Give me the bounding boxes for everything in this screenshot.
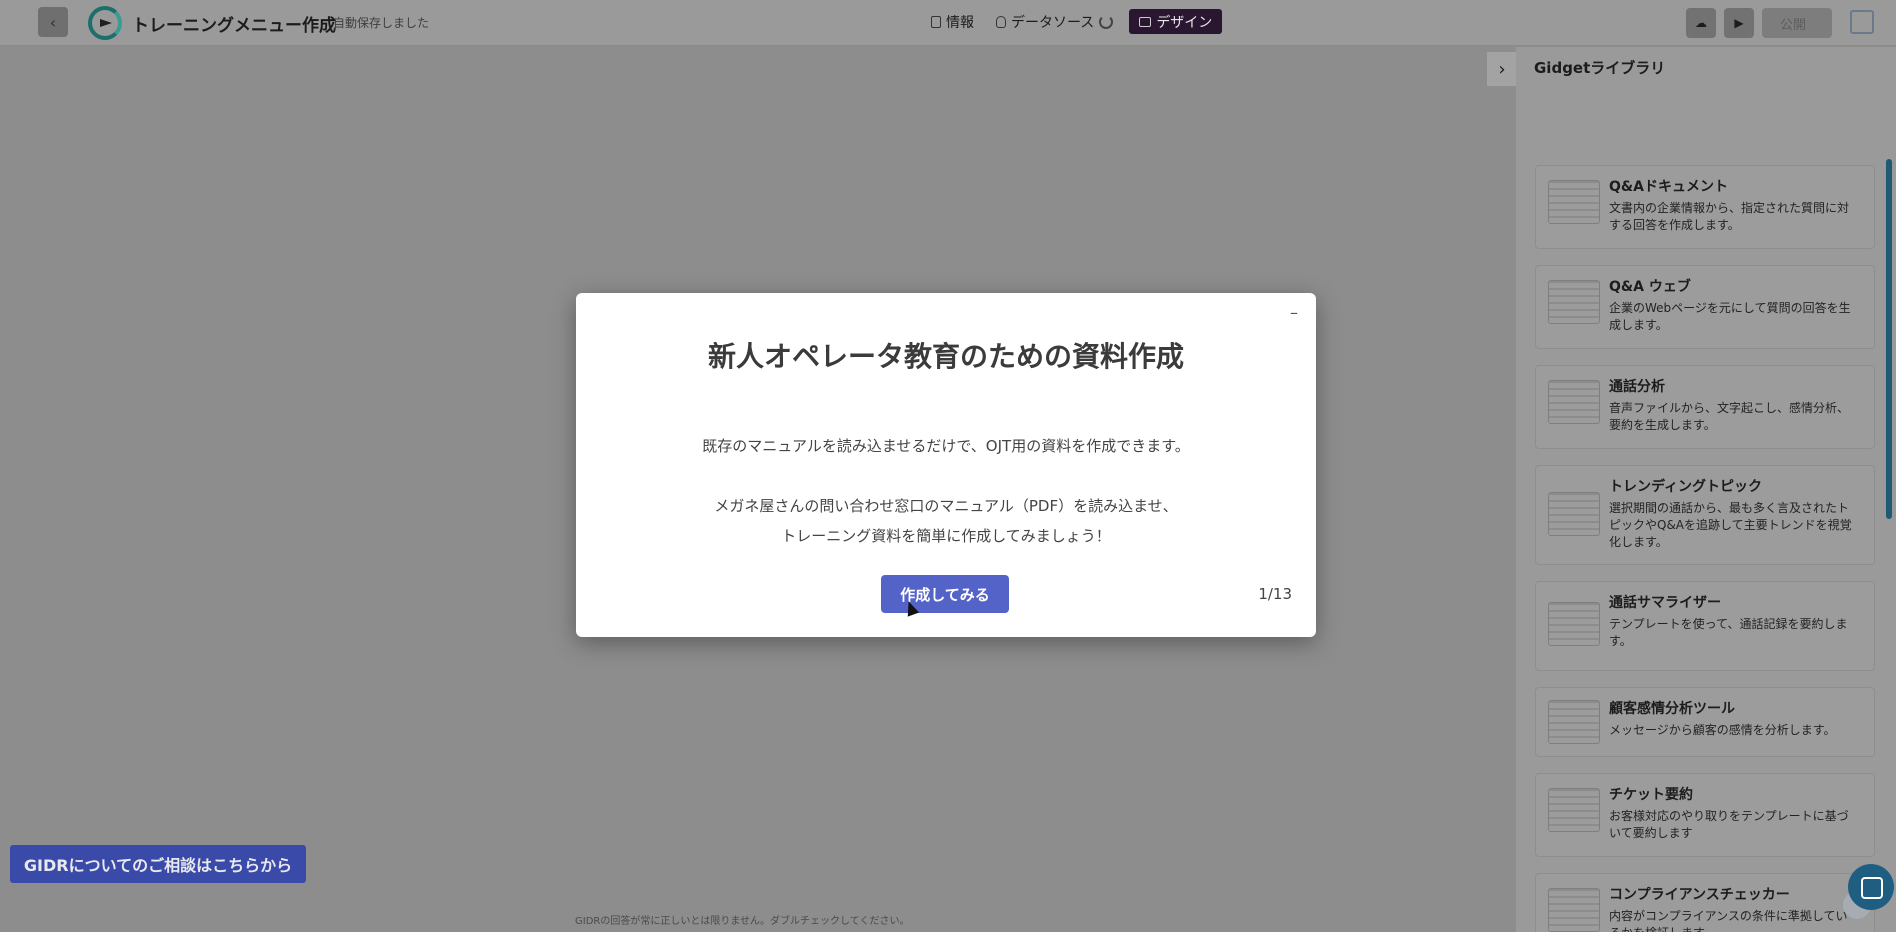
tab-datasource-label: データソース (1011, 14, 1095, 31)
gidget-card[interactable]: チケット要約 お客様対応のやり取りをテンプレートに基づいて要約します (1535, 773, 1875, 857)
gidget-card[interactable]: 通話サマライザー テンプレートを使って、通話記録を要約します。 (1535, 581, 1875, 671)
database-icon (996, 15, 1006, 28)
gidget-thumbnail-icon (1548, 700, 1600, 744)
gidget-thumbnail-icon (1548, 788, 1600, 832)
gidget-card-title: 顧客感情分析ツール (1609, 701, 1735, 717)
publish-button[interactable]: 公開 (1762, 8, 1832, 38)
mode-tabs: 情報 データソース デザイン (925, 9, 1223, 34)
consult-button[interactable]: GIDRについてのご相談はこちらから (10, 845, 306, 883)
loading-spinner-icon (1099, 14, 1114, 29)
gidget-card[interactable]: コンプライアンスチェッカー 内容がコンプライアンスの条件に準拠しているかを検証し… (1535, 873, 1875, 932)
gidget-thumbnail-icon (1548, 492, 1600, 536)
modal-description-3: トレーニング資料を簡単に作成してみましょう！ (781, 527, 1111, 545)
try-create-button[interactable]: 作成してみる (881, 575, 1009, 613)
tab-datasource[interactable]: データソース (990, 9, 1119, 34)
chevron-left-icon: ‹ (49, 12, 57, 32)
gidget-card-desc: テンプレートを使って、通話記録を要約します。 (1609, 617, 1848, 648)
gidget-card-desc: お客様対応のやり取りをテンプレートに基づいて要約します (1609, 809, 1849, 840)
design-icon (1139, 16, 1152, 27)
tab-info[interactable]: 情報 (925, 9, 980, 34)
disclaimer-text: GIDRの回答が常に正しいとは限りません。ダブルチェックしてください。 (575, 916, 910, 927)
gidget-card-desc: 文書内の企業情報から、指定された質問に対する回答を作成します。 (1609, 201, 1850, 232)
gidget-card-title: トレンディングトピック (1609, 479, 1763, 495)
gidget-card[interactable]: トレンディングトピック 選択期間の通話から、最も多く言及されたトピックやQ&Aを… (1535, 465, 1875, 565)
run-button[interactable]: ▶ (1724, 8, 1754, 38)
gidget-card-desc: メッセージから顧客の感情を分析します。 (1609, 723, 1836, 737)
sidebar-scrollbar[interactable] (1886, 159, 1892, 519)
modal-title: 新人オペレータ教育のための資料作成 (707, 340, 1184, 373)
gidget-card-title: 通話サマライザー (1609, 595, 1721, 611)
tab-design[interactable]: デザイン (1129, 9, 1223, 34)
sidebar-title: Gidgetライブラリ (1534, 59, 1666, 77)
cloud-sync-button[interactable]: ☁ (1686, 8, 1716, 38)
app-logo (88, 6, 122, 40)
gidget-card-title: Q&A ウェブ (1609, 279, 1691, 295)
gidget-card-desc: 企業のWebページを元にして質問の回答を生成します。 (1609, 301, 1851, 332)
gidget-card[interactable]: Q&A ウェブ 企業のWebページを元にして質問の回答を生成します。 (1535, 265, 1875, 349)
onboarding-modal: – 新人オペレータ教育のための資料作成 既存のマニュアルを読み込ませるだけで、O… (576, 293, 1316, 637)
play-icon: ▶ (1734, 16, 1744, 30)
gidget-card-desc: 内容がコンプライアンスの条件に準拠しているかを検証します。 (1609, 909, 1848, 932)
autosave-status: 自動保存しました (333, 16, 430, 30)
gidget-card[interactable]: Q&Aドキュメント 文書内の企業情報から、指定された質問に対する回答を作成します… (1535, 165, 1875, 249)
top-bar: ‹ トレーニングメニュー作成 自動保存しました 情報 データソース デザイン ☁… (0, 0, 1896, 46)
cloud-sync-icon: ☁ (1695, 16, 1707, 30)
gidget-card[interactable]: 通話分析 音声ファイルから、文字起こし、感情分析、要約を生成します。 (1535, 365, 1875, 449)
gidget-card[interactable]: 顧客感情分析ツール メッセージから顧客の感情を分析します。 (1535, 687, 1875, 757)
back-button[interactable]: ‹ (38, 7, 68, 37)
page-title: トレーニングメニュー作成 (132, 16, 336, 36)
gidget-card-desc: 選択期間の通話から、最も多く言及されたトピックやQ&Aを追跡して主要トレンドを視… (1609, 501, 1852, 549)
chevron-right-icon: › (1498, 58, 1506, 80)
gidget-card-desc: 音声ファイルから、文字起こし、感情分析、要約を生成します。 (1609, 401, 1850, 432)
gidget-thumbnail-icon (1548, 380, 1600, 424)
gidget-card-title: コンプライアンスチェッカー (1609, 887, 1790, 903)
tab-design-label: デザイン (1156, 14, 1213, 31)
gidget-thumbnail-icon (1548, 180, 1600, 224)
gidget-card-title: Q&Aドキュメント (1609, 179, 1728, 195)
sidebar-collapse-button[interactable]: › (1487, 52, 1517, 86)
gidget-thumbnail-icon (1548, 280, 1600, 324)
gidget-thumbnail-icon (1548, 602, 1600, 646)
step-counter: 1/13 (1258, 585, 1292, 603)
modal-description-2: メガネ屋さんの問い合わせ窓口のマニュアル（PDF）を読み込ませ、 (714, 497, 1178, 515)
tab-info-label: 情報 (946, 14, 974, 31)
gidget-card-title: 通話分析 (1609, 379, 1665, 395)
gidget-library-sidebar: Gidgetライブラリ Q&Aドキュメント 文書内の企業情報から、指定された質問… (1516, 47, 1896, 932)
document-icon (931, 15, 941, 28)
gidget-card-title: チケット要約 (1609, 787, 1693, 803)
minimize-button[interactable]: – (1290, 303, 1298, 322)
fullscreen-icon[interactable] (1850, 10, 1874, 34)
modal-description-1: 既存のマニュアルを読み込ませるだけで、OJT用の資料を作成できます。 (702, 437, 1190, 455)
gidget-thumbnail-icon (1548, 888, 1600, 932)
chat-support-icon[interactable] (1848, 864, 1894, 910)
